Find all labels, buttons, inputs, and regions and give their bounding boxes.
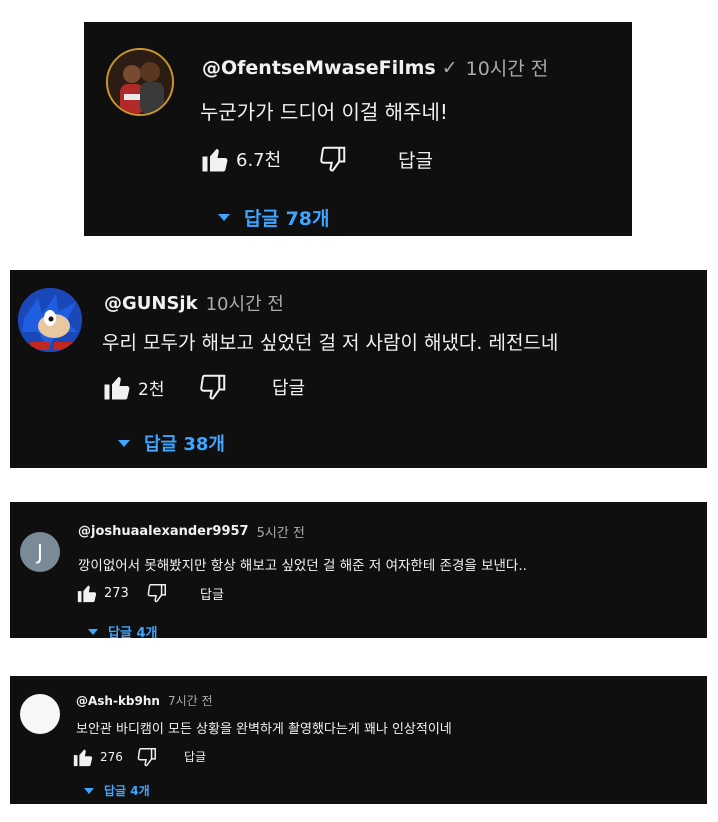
like-count: 276 xyxy=(100,750,123,764)
view-replies-button[interactable]: 답글 38개 xyxy=(118,430,225,456)
checkmark-icon: ✓ xyxy=(441,56,458,79)
reply-button[interactable]: 답글 xyxy=(272,374,305,400)
view-replies-button[interactable]: 답글 4개 xyxy=(88,622,157,638)
thumbs-down-icon xyxy=(137,748,156,767)
comment-author[interactable]: @OfentseMwaseFilms xyxy=(202,57,436,79)
view-replies-button[interactable]: 답글 78개 xyxy=(218,204,330,231)
comment-time[interactable]: 5시간 전 xyxy=(257,522,305,541)
thumbs-up-icon xyxy=(77,585,97,603)
thumbs-down-icon xyxy=(147,584,166,603)
comment-text: 깡이없어서 못해봤지만 항상 해보고 싶었던 걸 해준 저 여자한테 존경을 보… xyxy=(78,558,527,574)
thumbs-down-icon xyxy=(200,374,226,400)
dislike-button[interactable] xyxy=(318,144,348,174)
thumbs-up-icon xyxy=(202,149,228,172)
like-button[interactable]: 2천 xyxy=(102,372,164,402)
replies-label: 답글 38개 xyxy=(144,434,225,455)
like-button[interactable]: 273 xyxy=(76,582,129,604)
comment-header: @Ash-kb9hn 7시간 전 xyxy=(76,692,213,709)
avatar-photo xyxy=(108,50,172,114)
avatar[interactable] xyxy=(18,288,82,352)
like-button[interactable]: 6.7천 xyxy=(200,144,281,174)
thumbs-down-icon xyxy=(320,146,346,172)
reply-button[interactable]: 답글 xyxy=(184,748,206,765)
dislike-button[interactable] xyxy=(198,372,228,402)
thumbs-up-icon xyxy=(73,749,93,767)
comment-text: 우리 모두가 해보고 싶었던 걸 저 사람이 해냈다. 레전드네 xyxy=(102,332,559,354)
like-button[interactable]: 276 xyxy=(72,746,123,768)
avatar[interactable] xyxy=(106,48,174,116)
reply-button[interactable]: 답글 xyxy=(398,146,433,173)
view-replies-button[interactable]: 답글 4개 xyxy=(84,782,150,799)
reply-button[interactable]: 답글 xyxy=(200,584,224,603)
comment-card: J @joshuaalexander9957 5시간 전 깡이없어서 못해봤지만… xyxy=(10,502,707,638)
comment-card: @GUNSjk 10시간 전 우리 모두가 해보고 싶었던 걸 저 사람이 해냈… xyxy=(10,270,707,468)
comment-author[interactable]: @Ash-kb9hn xyxy=(76,694,160,708)
like-count: 2천 xyxy=(138,379,165,400)
caret-down-icon xyxy=(88,628,98,635)
comment-header: @GUNSjk 10시간 전 xyxy=(104,290,284,316)
avatar[interactable]: J xyxy=(20,532,60,572)
avatar[interactable] xyxy=(20,694,60,734)
replies-label: 답글 78개 xyxy=(244,208,330,230)
like-count: 6.7천 xyxy=(236,150,282,171)
replies-label: 답글 4개 xyxy=(108,626,158,638)
comment-time[interactable]: 10시간 전 xyxy=(206,290,284,316)
thumbs-up-icon xyxy=(104,377,130,400)
avatar-letter: J xyxy=(37,540,43,564)
like-count: 273 xyxy=(104,585,129,601)
comment-header: @OfentseMwaseFilms ✓ 10시간 전 xyxy=(202,54,548,81)
comment-card: @OfentseMwaseFilms ✓ 10시간 전 누군가가 드디어 이걸 … xyxy=(84,22,632,236)
comment-text: 누군가가 드디어 이걸 해주네! xyxy=(200,100,448,124)
comment-time[interactable]: 10시간 전 xyxy=(466,54,549,81)
comment-text: 보안관 바디캠이 모든 상황을 완벽하게 촬영했다는게 꽤나 인상적이네 xyxy=(76,722,452,737)
comment-time[interactable]: 7시간 전 xyxy=(168,692,213,709)
comment-author[interactable]: @GUNSjk xyxy=(104,293,198,314)
caret-down-icon xyxy=(218,214,230,221)
comment-author[interactable]: @joshuaalexander9957 xyxy=(78,524,249,539)
dislike-button[interactable] xyxy=(146,582,168,604)
dislike-button[interactable] xyxy=(136,746,158,768)
caret-down-icon xyxy=(118,439,130,447)
avatar-image xyxy=(18,288,82,352)
comment-card: @Ash-kb9hn 7시간 전 보안관 바디캠이 모든 상황을 완벽하게 촬영… xyxy=(10,676,707,804)
caret-down-icon xyxy=(84,787,94,794)
comment-header: @joshuaalexander9957 5시간 전 xyxy=(78,522,305,541)
replies-label: 답글 4개 xyxy=(104,784,150,798)
